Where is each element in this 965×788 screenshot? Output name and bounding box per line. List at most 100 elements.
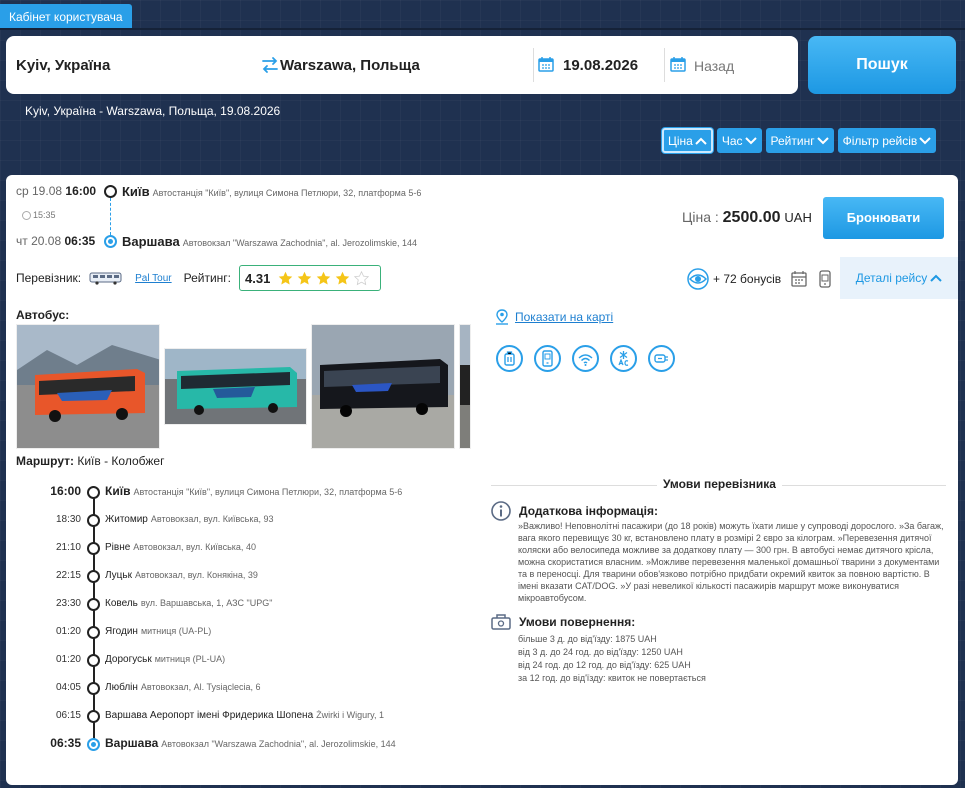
map-pin-icon xyxy=(496,309,508,325)
stop-address: Автовокзал, вул. Київська, 93 xyxy=(150,514,274,524)
duration-value: 15:35 xyxy=(33,210,56,220)
additional-info-header: Додаткова інформація: xyxy=(491,501,658,521)
field-divider xyxy=(664,48,665,82)
stop-node xyxy=(87,486,100,499)
route-stop: 21:10 Рівне Автовокзал, вул. Київська, 40 xyxy=(6,539,486,559)
additional-info-title: Додаткова інформація: xyxy=(519,504,658,518)
departure-stop: Київ Автостанція "Київ", вулиця Симона Пе… xyxy=(122,184,421,199)
stop-node xyxy=(87,682,100,695)
luggage-icon xyxy=(496,345,523,372)
filter-trips-button[interactable]: Фільтр рейсів xyxy=(837,128,937,153)
from-field[interactable]: Kyiv, Україна xyxy=(16,57,110,74)
bus-photo[interactable] xyxy=(164,348,307,425)
carrier-link[interactable]: Pal Tour xyxy=(135,273,172,284)
power-outlet-icon xyxy=(648,345,675,372)
search-button[interactable]: Пошук xyxy=(808,36,956,94)
stop-city: Ковель xyxy=(105,598,138,609)
sort-time-button[interactable]: Час xyxy=(716,128,762,153)
calendar-icon[interactable] xyxy=(538,56,554,72)
sort-time-label: Час xyxy=(721,133,743,148)
stop-info: Київ Автостанція "Київ", вулиця Симона Пе… xyxy=(105,484,402,498)
route-stop: 06:35 Варшава Автовокзал "Warszawa Zachodn… xyxy=(6,735,486,755)
bus-photo-teal xyxy=(165,349,306,424)
stop-node xyxy=(87,654,100,667)
stop-city: Житомир xyxy=(105,514,148,525)
stop-address: Автовокзал, Al. Tysiąclecia, 6 xyxy=(140,682,261,692)
stop-time: 06:35 xyxy=(50,736,81,750)
calendar-icon[interactable] xyxy=(670,56,686,72)
sort-rating-button[interactable]: Рейтинг xyxy=(765,128,834,153)
search-box: Kyiv, Україна Warszawa, Польща 19.08.202… xyxy=(6,36,798,94)
show-on-map-link[interactable]: Показати на карті xyxy=(495,309,613,325)
departure-datetime: ср 19.08 16:00 xyxy=(16,184,96,198)
route-stop: 16:00 Київ Автостанція "Київ", вулиця Симо… xyxy=(6,483,486,503)
price: Ціна : 2500.00 UAH xyxy=(682,209,812,227)
stop-node xyxy=(87,626,100,639)
stop-info: Дорогуськ митниця (PL-UA) xyxy=(105,654,225,665)
carrier-conditions-header: Умови перевізника xyxy=(491,476,946,492)
sort-bar: Ціна Час Рейтинг Фільтр рейсів xyxy=(662,128,937,153)
book-button[interactable]: Бронювати xyxy=(823,197,944,239)
bonus-text: + 72 бонусів xyxy=(713,272,782,286)
arrival-city: Варшава xyxy=(122,234,180,249)
stop-time: 23:30 xyxy=(55,598,81,609)
additional-info-text: »Важливо! Неповнолітні пасажири (до 18 р… xyxy=(518,521,944,603)
departure-time: 16:00 xyxy=(65,184,97,198)
swap-icon[interactable] xyxy=(260,56,280,74)
stop-city: Варшава xyxy=(105,736,159,750)
show-on-map-label: Показати на карті xyxy=(515,310,614,324)
stop-info: Житомир Автовокзал, вул. Київська, 93 xyxy=(105,514,274,525)
route-stop: 23:30 Ковель вул. Варшавська, 1, АЗС "UPG" xyxy=(6,595,486,615)
chevron-down-icon xyxy=(816,136,829,144)
arrival-stop: Варшава Автовокзал "Warszawa Zachodnia", … xyxy=(122,234,417,249)
price-value: 2500.00 xyxy=(722,209,781,226)
bus-icon xyxy=(89,272,122,285)
eticket-icon xyxy=(819,270,831,288)
to-field[interactable]: Warszawa, Польща xyxy=(280,57,420,74)
stop-info: Рівне Автовокзал, вул. Київська, 40 xyxy=(105,542,256,553)
bus-photo[interactable] xyxy=(311,324,455,449)
bus-photo[interactable] xyxy=(459,324,471,449)
trip-details-button[interactable]: Деталі рейсу xyxy=(840,257,958,299)
sort-price-button[interactable]: Ціна xyxy=(662,128,713,153)
refund-item: від 3 д. до 24 год. до від'їзду: 1250 UA… xyxy=(518,647,683,657)
departure-address: Автостанція "Київ", вулиця Симона Петлюр… xyxy=(152,188,422,198)
return-date-field[interactable]: Назад xyxy=(694,58,734,74)
stop-address: Автовокзал, вул. Київська, 40 xyxy=(133,542,256,552)
stop-time: 06:15 xyxy=(55,710,81,721)
filter-trips-label: Фільтр рейсів xyxy=(842,133,918,148)
stop-city: Дорогуськ xyxy=(105,654,152,665)
star-icon xyxy=(279,271,293,284)
bus-photo[interactable] xyxy=(16,324,160,449)
refund-conditions-header: Умови повернення: xyxy=(491,613,635,630)
field-divider xyxy=(533,48,534,82)
stop-time: 01:20 xyxy=(55,626,81,637)
cabinet-tab[interactable]: Кабінет користувача xyxy=(0,4,132,30)
bus-label: Автобус: xyxy=(16,308,70,322)
stop-node xyxy=(87,542,100,555)
refund-item: за 12 год. до від'їзду: квиток не поверт… xyxy=(518,673,706,683)
price-label: Ціна : xyxy=(682,209,719,225)
stop-node xyxy=(87,570,100,583)
arrival-time: 06:35 xyxy=(64,234,96,248)
date-field[interactable]: 19.08.2026 xyxy=(563,57,638,74)
route-label: Маршрут: Київ - Колобжег xyxy=(16,454,164,468)
stop-node xyxy=(87,738,100,751)
carrier-row: Перевізник: Pal Tour Рейтинг: xyxy=(16,271,231,285)
chevron-down-icon xyxy=(744,136,757,144)
clock-icon xyxy=(22,210,31,220)
stop-info: Луцьк Автовокзал, вул. Конякіна, 39 xyxy=(105,570,258,581)
stop-info: Ковель вул. Варшавська, 1, АЗС "UPG" xyxy=(105,598,272,609)
refund-list: більше 3 д. до від'їзду: 1875 UAH від 3 … xyxy=(518,633,706,685)
stop-city: Луцьк xyxy=(105,570,132,581)
departure-day: ср 19.08 xyxy=(16,184,63,198)
stop-node xyxy=(87,598,100,611)
route-stop: 22:15 Луцьк Автовокзал, вул. Конякіна, 39 xyxy=(6,567,486,587)
rating-label: Рейтинг: xyxy=(183,271,232,285)
arrival-datetime: чт 20.08 06:35 xyxy=(16,234,95,248)
stop-time: 22:15 xyxy=(55,570,81,581)
stop-city: Ягодин xyxy=(105,626,138,637)
route-name: Київ - Колобжег xyxy=(77,454,165,468)
refund-icon xyxy=(491,614,511,630)
stop-city: Рівне xyxy=(105,542,131,553)
